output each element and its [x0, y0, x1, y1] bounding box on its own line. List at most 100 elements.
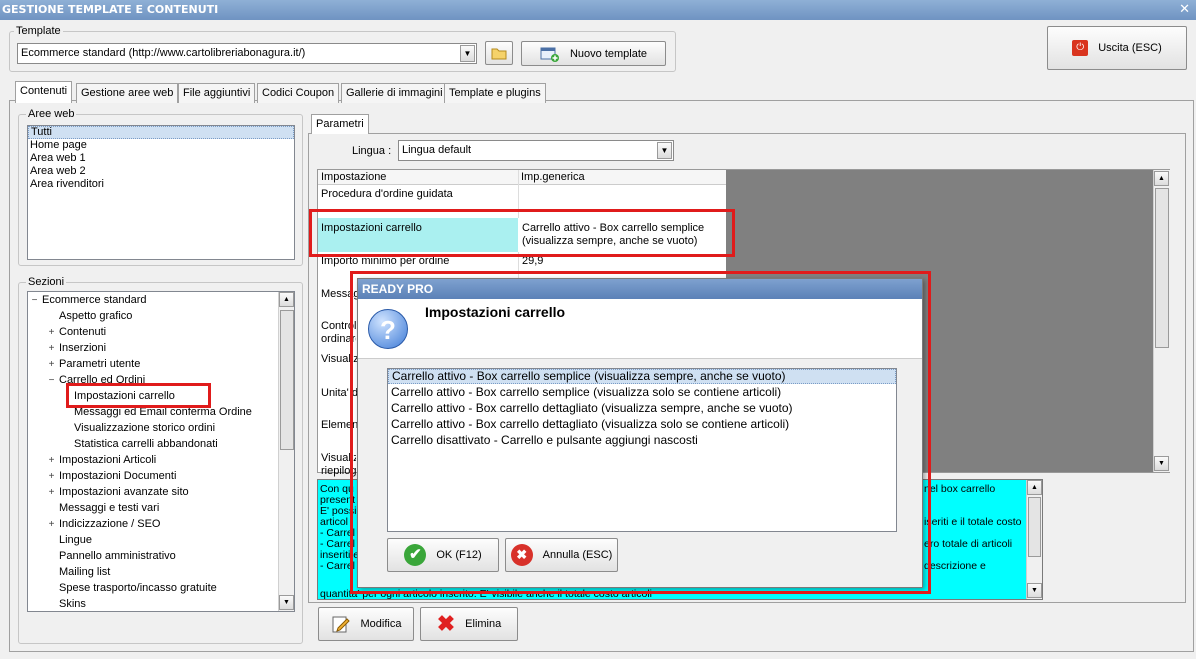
description-line — [924, 495, 1024, 506]
tree-node-label: Pannello amministrativo — [59, 550, 176, 562]
scroll-thumb[interactable] — [1155, 188, 1169, 348]
scroll-up-icon[interactable]: ▲ — [1154, 171, 1169, 186]
tree-node-label: Messaggi e testi vari — [59, 502, 160, 514]
exit-button[interactable]: ⏻ Uscita (ESC) — [1047, 26, 1187, 70]
delete-icon: ✖ — [436, 611, 456, 636]
new-template-button[interactable]: Nuovo template — [521, 41, 666, 66]
tree-node[interactable]: + Impostazioni avanzate sito — [47, 484, 189, 500]
tree-node[interactable]: Mailing list — [59, 564, 110, 580]
table-cell[interactable]: Procedura d'ordine guidata — [318, 188, 516, 201]
tree-toggle-icon[interactable]: + — [47, 469, 56, 485]
tree-node[interactable]: + Impostazioni Documenti — [47, 468, 177, 485]
template-select[interactable]: Ecommerce standard (http://www.cartolibr… — [17, 43, 477, 64]
description-line: descrizione e — [924, 560, 986, 572]
tree-node[interactable]: + Inserzioni — [47, 340, 107, 357]
scroll-down-icon[interactable]: ▼ — [1154, 456, 1169, 471]
tree-node-label: Mailing list — [59, 566, 111, 578]
tab-gestione-aree-web[interactable]: Gestione aree web — [76, 83, 179, 103]
aree-web-label: Aree web — [26, 108, 77, 120]
scroll-up-icon[interactable]: ▲ — [1027, 480, 1042, 495]
close-icon[interactable]: ✕ — [1179, 0, 1190, 20]
tree-node[interactable]: + Contenuti — [47, 324, 107, 341]
tree-node-label: Inserzioni — [59, 342, 107, 354]
grid-scrollbar[interactable]: ▲ ▼ — [1153, 170, 1170, 472]
list-item[interactable]: Area rivenditori — [28, 178, 294, 191]
modifica-label: Modifica — [360, 618, 402, 630]
tree-node-label: Lingue — [59, 534, 93, 546]
tree-toggle-icon[interactable]: + — [47, 325, 56, 341]
tree-node-label: Ecommerce standard — [42, 294, 147, 306]
sezioni-tree[interactable]: − Ecommerce standard Aspetto grafico + Con… — [27, 291, 295, 612]
scroll-up-icon[interactable]: ▲ — [279, 292, 294, 307]
tree-node-label: Parametri utente — [59, 358, 141, 370]
tab-codici-coupon[interactable]: Codici Coupon — [257, 83, 340, 103]
aree-web-list[interactable]: Tutti Home page Area web 1 Area web 2 Ar… — [27, 125, 295, 260]
tree-node[interactable]: Aspetto grafico — [59, 308, 132, 324]
elimina-button[interactable]: ✖ Elimina — [420, 607, 518, 641]
description-right: nel box carrello iseriti e il totale cos… — [924, 484, 1024, 572]
tree-node-label: Impostazioni Articoli — [59, 454, 157, 466]
tab-contenuti[interactable]: Contenuti — [15, 81, 73, 103]
highlight-frame — [66, 383, 211, 408]
tab-template-plugins[interactable]: Template e plugins — [444, 83, 546, 103]
edit-icon — [332, 616, 350, 633]
tree-node-label: Impostazioni Documenti — [59, 470, 177, 482]
highlight-frame — [309, 209, 735, 257]
tab-file-aggiuntivi[interactable]: File aggiuntivi — [178, 83, 256, 103]
column-header[interactable]: Impostazione — [318, 171, 518, 184]
tree-node-label: Aspetto grafico — [59, 310, 133, 322]
tree-node[interactable]: Pannello amministrativo — [59, 548, 176, 564]
lingua-label: Lingua : — [352, 145, 392, 157]
tree-node[interactable]: + Parametri utente — [47, 356, 141, 373]
tree-node[interactable]: + Indicizzazione / SEO — [47, 516, 161, 532]
folder-icon — [491, 48, 507, 60]
tree-toggle-icon[interactable]: + — [47, 485, 56, 501]
exit-label: Uscita (ESC) — [1098, 42, 1162, 54]
tree-node[interactable]: Messaggi e testi vari — [59, 500, 159, 516]
list-item[interactable]: Tutti — [28, 126, 294, 139]
description-line: nel box carrello — [924, 483, 996, 495]
tree-toggle-icon[interactable]: + — [47, 517, 56, 533]
tree-toggle-icon[interactable]: + — [47, 357, 56, 373]
tree-node-label: Visualizzazione storico ordini — [74, 422, 216, 434]
lingua-select[interactable]: Lingua default ▼ — [398, 140, 674, 161]
window-title: GESTIONE TEMPLATE E CONTENUTI — [2, 3, 219, 16]
power-icon: ⏻ — [1072, 40, 1089, 56]
tab-gallerie-immagini[interactable]: Gallerie di immagini — [341, 83, 448, 103]
description-line: iseriti e il totale costo — [924, 516, 1022, 528]
scroll-thumb[interactable] — [280, 310, 294, 450]
tree-node[interactable]: Lingue — [59, 532, 92, 548]
tree-node[interactable]: Statistica carrelli abbandonati — [74, 436, 218, 452]
open-folder-button[interactable] — [485, 41, 513, 65]
column-header[interactable]: Imp.generica — [518, 171, 718, 184]
chevron-down-icon[interactable]: ▼ — [460, 45, 475, 62]
add-window-icon — [540, 47, 559, 62]
tree-node[interactable]: Visualizzazione storico ordini — [74, 420, 215, 436]
modifica-button[interactable]: Modifica — [318, 607, 414, 641]
elimina-label: Elimina — [465, 618, 502, 630]
tree-node-label: Skins — [59, 598, 86, 610]
list-item[interactable]: Area web 1 — [28, 152, 294, 165]
tree-node[interactable]: + Impostazioni Articoli — [47, 452, 157, 469]
tree-node[interactable]: Skins — [59, 596, 86, 611]
scroll-thumb[interactable] — [1028, 497, 1041, 557]
tree-toggle-icon[interactable]: + — [47, 453, 56, 469]
tree-node-label: Statistica carrelli abbandonati — [74, 438, 218, 450]
list-item[interactable]: Area web 2 — [28, 165, 294, 178]
tree-toggle-icon[interactable]: − — [47, 373, 56, 389]
lingua-select-value: Lingua default — [402, 144, 472, 156]
description-line: ero totale di articoli — [924, 538, 1013, 550]
description-scrollbar[interactable]: ▲ ▼ — [1026, 480, 1042, 599]
tree-toggle-icon[interactable]: − — [30, 293, 39, 309]
template-group-label: Template — [14, 25, 63, 37]
sezioni-scrollbar[interactable]: ▲ ▼ — [278, 292, 294, 611]
scroll-down-icon[interactable]: ▼ — [1027, 583, 1042, 598]
tree-node[interactable]: − Ecommerce standard — [30, 292, 147, 308]
tree-node[interactable]: Spese trasporto/incasso gratuite — [59, 580, 217, 596]
chevron-down-icon[interactable]: ▼ — [657, 142, 672, 159]
tab-parametri[interactable]: Parametri — [311, 114, 369, 134]
scroll-down-icon[interactable]: ▼ — [279, 595, 294, 610]
list-item[interactable]: Home page — [28, 139, 294, 152]
tree-toggle-icon[interactable]: + — [47, 341, 56, 357]
template-select-value: Ecommerce standard (http://www.cartolibr… — [21, 47, 306, 59]
